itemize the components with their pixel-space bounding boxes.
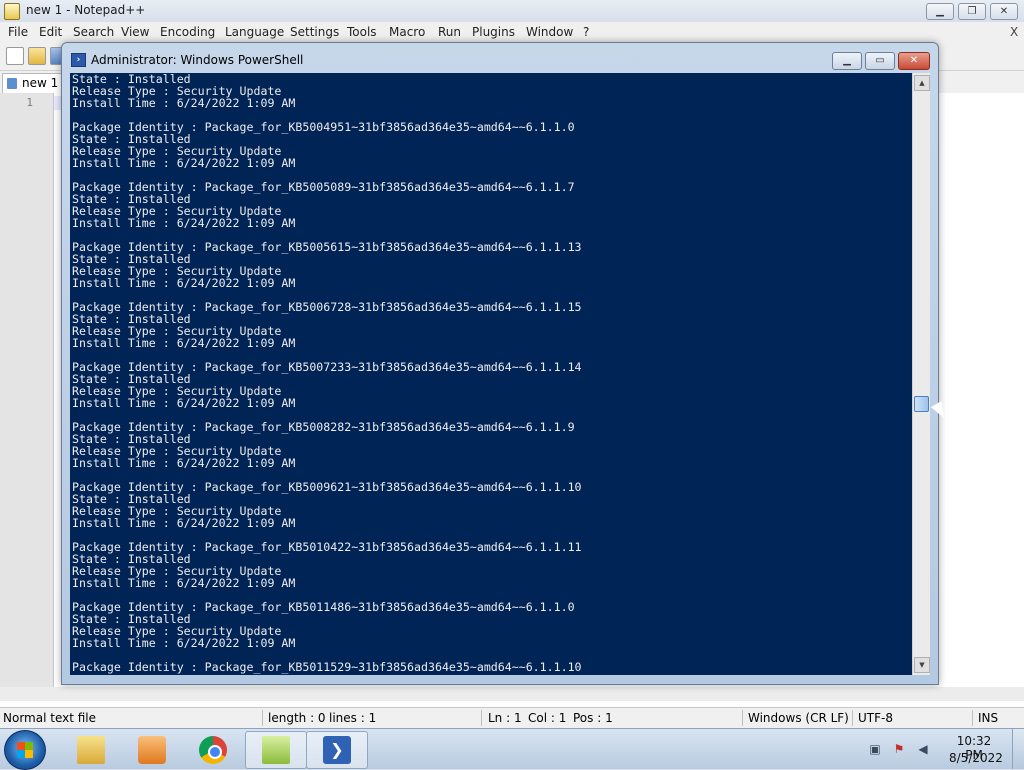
status-length: length : 0 (268, 711, 326, 725)
tab-new-1[interactable]: new 1 (2, 73, 64, 93)
powershell-console[interactable]: State : Installed Release Type : Security… (70, 73, 912, 675)
console-output: State : Installed Release Type : Security… (72, 73, 582, 673)
menu-plugins[interactable]: Plugins (472, 25, 515, 39)
taskbar-media-player[interactable] (121, 731, 183, 769)
line-number: 1 (26, 96, 33, 109)
notepad-close-button[interactable]: ✕ (990, 3, 1018, 20)
action-center-icon[interactable]: ⚑ (892, 742, 906, 756)
media-player-icon (138, 736, 166, 764)
console-line: Install Time : 6/24/2022 1:09 AM (72, 636, 296, 650)
status-encoding: UTF-8 (858, 711, 893, 725)
horizontal-scrollbar[interactable] (0, 687, 1024, 701)
notepad-titlebar[interactable]: new 1 - Notepad++ ▁ ❐ ✕ (0, 0, 1024, 23)
status-ln: Ln : 1 (488, 711, 522, 725)
console-vertical-scrollbar[interactable]: ▲ ▼ (912, 73, 930, 675)
console-line: Install Time : 6/24/2022 1:09 AM (72, 336, 296, 350)
console-line: Package Identity : Package_for_KB5011529… (72, 660, 582, 674)
menu-run[interactable]: Run (438, 25, 461, 39)
status-divider (262, 710, 263, 726)
status-eol: Windows (CR LF) (748, 711, 849, 725)
menu-settings[interactable]: Settings (290, 25, 339, 39)
line-number-gutter: 1 (0, 93, 54, 701)
notepad-menubar: File Edit Search View Encoding Language … (0, 22, 1024, 42)
show-desktop-button[interactable] (1012, 729, 1024, 769)
console-line: Install Time : 6/24/2022 1:09 AM (72, 156, 296, 170)
console-line: Install Time : 6/24/2022 1:09 AM (72, 576, 296, 590)
scrollbar-thumb[interactable] (914, 396, 929, 412)
tab-label: new 1 (22, 76, 59, 90)
status-mode: INS (978, 711, 999, 725)
windows-logo-icon (17, 750, 33, 758)
menu-window[interactable]: Window (526, 25, 573, 39)
notepad-app-icon (4, 3, 20, 20)
notepad-plus-plus-icon (262, 736, 290, 764)
notepad-window-title: new 1 - Notepad++ (26, 3, 146, 17)
folder-icon (77, 736, 105, 764)
powershell-close-button[interactable]: ✕ (898, 52, 930, 70)
powershell-icon: › (71, 53, 86, 67)
console-line: Install Time : 6/24/2022 1:09 AM (72, 516, 296, 530)
taskbar-notepad-plus-plus[interactable] (245, 731, 307, 769)
open-file-icon[interactable] (28, 47, 46, 65)
powershell-minimize-button[interactable]: ▁ (832, 52, 862, 70)
menu-encoding[interactable]: Encoding (160, 25, 215, 39)
status-lines: lines : 1 (329, 711, 377, 725)
document-icon (7, 78, 17, 89)
menu-macro[interactable]: Macro (389, 25, 425, 39)
clock-date[interactable]: 8/5/2022 (949, 751, 1003, 765)
console-line: Install Time : 6/24/2022 1:09 AM (72, 456, 296, 470)
menu-tools[interactable]: Tools (347, 25, 377, 39)
status-divider (852, 710, 853, 726)
powershell-window[interactable]: › Administrator: Windows PowerShell ▁ ▭ … (61, 42, 939, 685)
menu-search[interactable]: Search (73, 25, 114, 39)
powershell-window-title: Administrator: Windows PowerShell (91, 53, 304, 67)
windows-taskbar: ❯ ▣ ⚑ ◀ 10:32 PM 8/5/2022 (0, 728, 1024, 770)
scroll-up-arrow-icon[interactable]: ▲ (914, 75, 930, 91)
notepad-minimize-button[interactable]: ▁ (926, 3, 954, 20)
status-divider (742, 710, 743, 726)
menu-close-document[interactable]: X (1010, 25, 1018, 39)
status-divider (972, 710, 973, 726)
status-col: Col : 1 (528, 711, 567, 725)
new-file-icon[interactable] (6, 47, 24, 65)
console-line: Install Time : 6/24/2022 1:09 AM (72, 216, 296, 230)
start-button[interactable] (4, 730, 46, 770)
menu-language[interactable]: Language (225, 25, 284, 39)
console-line: Install Time : 6/24/2022 1:09 AM (72, 396, 296, 410)
status-divider (481, 710, 482, 726)
volume-icon[interactable]: ◀ (916, 742, 930, 756)
powershell-taskbar-icon: ❯ (323, 736, 351, 764)
taskbar-chrome[interactable] (182, 731, 244, 769)
taskbar-windows-explorer[interactable] (60, 731, 122, 769)
notepad-statusbar: Normal text file length : 0 lines : 1 Ln… (0, 707, 1024, 728)
powershell-maximize-button[interactable]: ▭ (865, 52, 895, 70)
scroll-down-arrow-icon[interactable]: ▼ (914, 657, 930, 673)
console-line: Install Time : 6/24/2022 1:09 AM (72, 276, 296, 290)
powershell-titlebar[interactable]: › Administrator: Windows PowerShell ▁ ▭ … (62, 43, 938, 73)
status-pos: Pos : 1 (573, 711, 613, 725)
network-icon[interactable]: ▣ (868, 742, 882, 756)
menu-help[interactable]: ? (583, 25, 589, 39)
menu-file[interactable]: File (8, 25, 28, 39)
menu-edit[interactable]: Edit (39, 25, 62, 39)
notepad-restore-button[interactable]: ❐ (958, 3, 986, 20)
status-doc-type: Normal text file (3, 711, 97, 725)
chrome-center-icon (208, 745, 222, 759)
menu-view[interactable]: View (121, 25, 149, 39)
console-line: Install Time : 6/24/2022 1:09 AM (72, 96, 296, 110)
taskbar-powershell[interactable]: ❯ (306, 731, 368, 769)
